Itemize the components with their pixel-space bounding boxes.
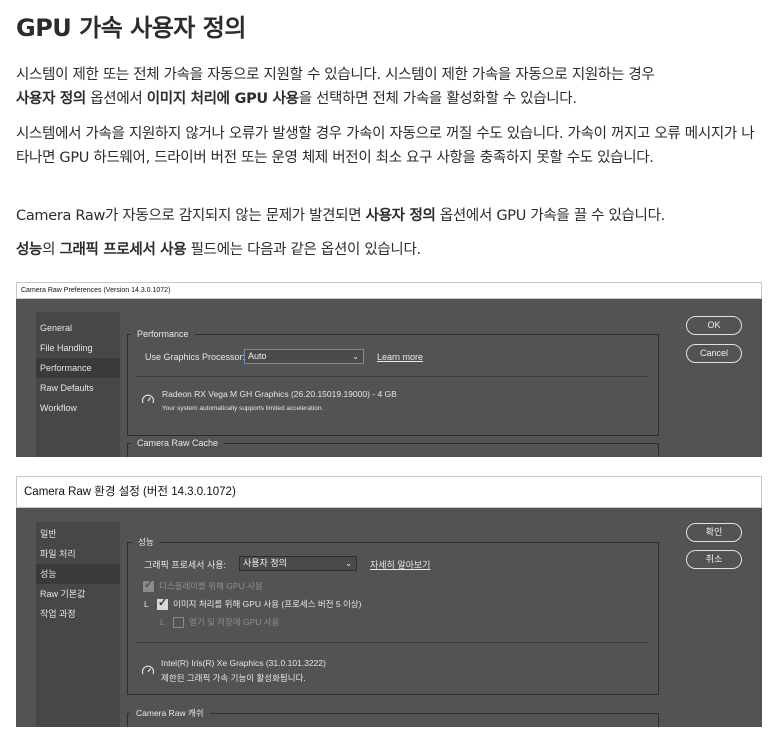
gpu-name: Radeon RX Vega M GH Graphics (26.20.1501…	[162, 389, 397, 399]
paragraph-4: 성능의 그래픽 프로세서 사용 필드에는 다음과 같은 옵션이 있습니다.	[16, 238, 764, 262]
performance-group-title: 성능	[132, 536, 160, 548]
sidebar-item-label: Raw 기본값	[40, 589, 86, 599]
chevron-down-icon: ⌄	[345, 559, 352, 568]
cache-group-title: Camera Raw 캐쉬	[130, 707, 210, 719]
screenshot-english-preferences: Camera Raw Preferences (Version 14.3.0.1…	[16, 282, 762, 457]
paragraph-3: Camera Raw가 자동으로 감지되지 않는 문제가 발견되면 사용자 정의…	[16, 204, 764, 228]
gpu-select-value: 사용자 정의	[243, 558, 287, 568]
divider	[137, 376, 649, 377]
learn-more-link[interactable]: Learn more	[377, 352, 423, 362]
sidebar-item-label: File Handling	[40, 343, 93, 353]
sidebar-item-performance[interactable]: 성능	[36, 564, 120, 584]
paragraph-3-text-1: Camera Raw가 자동으로 감지되지 않는 문제가 발견되면	[16, 208, 366, 224]
sidebar-item-label: 작업 과정	[40, 609, 76, 619]
cache-group-title: Camera Raw Cache	[131, 437, 225, 449]
paragraph-4-bold-2: 그래픽 프로세서 사용	[59, 242, 187, 258]
gpu-select[interactable]: Auto ⌄	[244, 349, 364, 364]
paragraph-4-bold-1: 성능	[16, 242, 43, 258]
gpu-label: Use Graphics Processor:	[145, 352, 246, 362]
sidebar-item-label: 성능	[40, 569, 57, 579]
divider	[137, 642, 649, 643]
gpu-status: 제한된 그래픽 가속 기능이 활성화됩니다.	[161, 673, 306, 683]
display-gpu-label: 디스플레이를 위해 GPU 사용	[159, 581, 263, 591]
window-title-bar: Camera Raw Preferences (Version 14.3.0.1…	[16, 282, 762, 299]
paragraph-1: 시스템이 제한 또는 전체 가속을 자동으로 지원할 수 있습니다. 시스템이 …	[16, 63, 764, 111]
sidebar-item-label: Performance	[40, 363, 92, 373]
paragraph-4-text-1: 의	[42, 242, 60, 258]
sidebar-item-file-handling[interactable]: 파일 처리	[36, 544, 120, 564]
sidebar-item-label: 일반	[40, 529, 57, 539]
gpu-status: Your system automatically supports limit…	[162, 405, 324, 412]
paragraph-4-text-2: 필드에는 다음과 같은 옵션이 있습니다.	[186, 242, 422, 258]
paragraph-1-text-3: 을 선택하면 전체 가속을 활성화할 수 있습니다.	[298, 91, 577, 107]
image-gpu-checkbox[interactable]	[157, 596, 168, 610]
export-gpu-label: 열기 및 저장에 GPU 사용	[189, 617, 280, 627]
sidebar-item-raw-defaults[interactable]: Raw Defaults	[36, 378, 120, 398]
window-title-bar: Camera Raw 환경 설정 (버전 14.3.0.1072)	[16, 476, 762, 508]
sidebar-item-performance[interactable]: Performance	[36, 358, 120, 378]
paragraph-1-text-1: 시스템이 제한 또는 전체 가속을 자동으로 지원할 수 있습니다. 시스템이 …	[16, 67, 655, 83]
gpu-name: Intel(R) Iris(R) Xe Graphics (31.0.101.3…	[161, 658, 326, 668]
gpu-select[interactable]: 사용자 정의 ⌄	[239, 556, 357, 571]
window-title: Camera Raw 환경 설정 (버전 14.3.0.1072)	[24, 486, 236, 498]
sidebar-item-workflow[interactable]: 작업 과정	[36, 604, 120, 624]
ok-button[interactable]: 확인	[686, 523, 742, 542]
learn-more-link[interactable]: 자세히 알아보기	[370, 558, 430, 571]
gpu-select-value: Auto	[248, 351, 267, 361]
cancel-button[interactable]: Cancel	[686, 344, 742, 363]
window-title: Camera Raw Preferences (Version 14.3.0.1…	[21, 287, 171, 294]
cancel-button[interactable]: 취소	[686, 550, 742, 569]
ok-button[interactable]: OK	[686, 316, 742, 335]
performance-group	[127, 334, 659, 436]
page-title: GPU 가속 사용자 정의	[16, 14, 246, 42]
sidebar-item-file-handling[interactable]: File Handling	[36, 338, 120, 358]
paragraph-3-bold-1: 사용자 정의	[365, 208, 436, 224]
display-gpu-checkbox[interactable]	[143, 578, 154, 592]
image-gpu-label: 이미지 처리를 위해 GPU 사용 (프로세스 버전 5 이상)	[173, 599, 362, 609]
paragraph-3-text-2: 옵션에서 GPU 가속을 끌 수 있습니다.	[435, 208, 665, 224]
paragraph-1-bold-2: 이미지 처리에 GPU 사용	[146, 91, 299, 107]
sidebar-item-label: General	[40, 323, 73, 333]
sidebar-item-raw-defaults[interactable]: Raw 기본값	[36, 584, 120, 604]
gauge-icon	[141, 665, 155, 675]
tree-branch-icon: L	[160, 617, 165, 627]
preferences-sidebar: 일반 파일 처리 성능 Raw 기본값 작업 과정	[36, 522, 120, 727]
screenshot-korean-preferences: Camera Raw 환경 설정 (버전 14.3.0.1072) 일반 파일 …	[16, 476, 762, 727]
paragraph-2: 시스템에서 가속을 지원하지 않거나 오류가 발생할 경우 가속이 자동으로 꺼…	[16, 126, 755, 166]
chevron-down-icon: ⌄	[352, 352, 359, 361]
performance-group-title: Performance	[131, 328, 195, 340]
sidebar-item-workflow[interactable]: Workflow	[36, 398, 120, 418]
export-gpu-checkbox[interactable]	[173, 617, 184, 628]
sidebar-item-general[interactable]: 일반	[36, 524, 120, 544]
paragraph-1-text-2: 옵션에서	[85, 91, 147, 107]
gauge-icon	[141, 394, 155, 404]
sidebar-item-general[interactable]: General	[36, 318, 120, 338]
sidebar-item-label: Workflow	[40, 403, 77, 413]
preferences-sidebar: General File Handling Performance Raw De…	[36, 312, 120, 457]
sidebar-item-label: Raw Defaults	[40, 383, 94, 393]
tree-branch-icon: L	[144, 599, 149, 609]
sidebar-item-label: 파일 처리	[40, 549, 76, 559]
gpu-label: 그래픽 프로세서 사용:	[144, 560, 227, 570]
paragraph-1-bold-1: 사용자 정의	[16, 91, 86, 107]
